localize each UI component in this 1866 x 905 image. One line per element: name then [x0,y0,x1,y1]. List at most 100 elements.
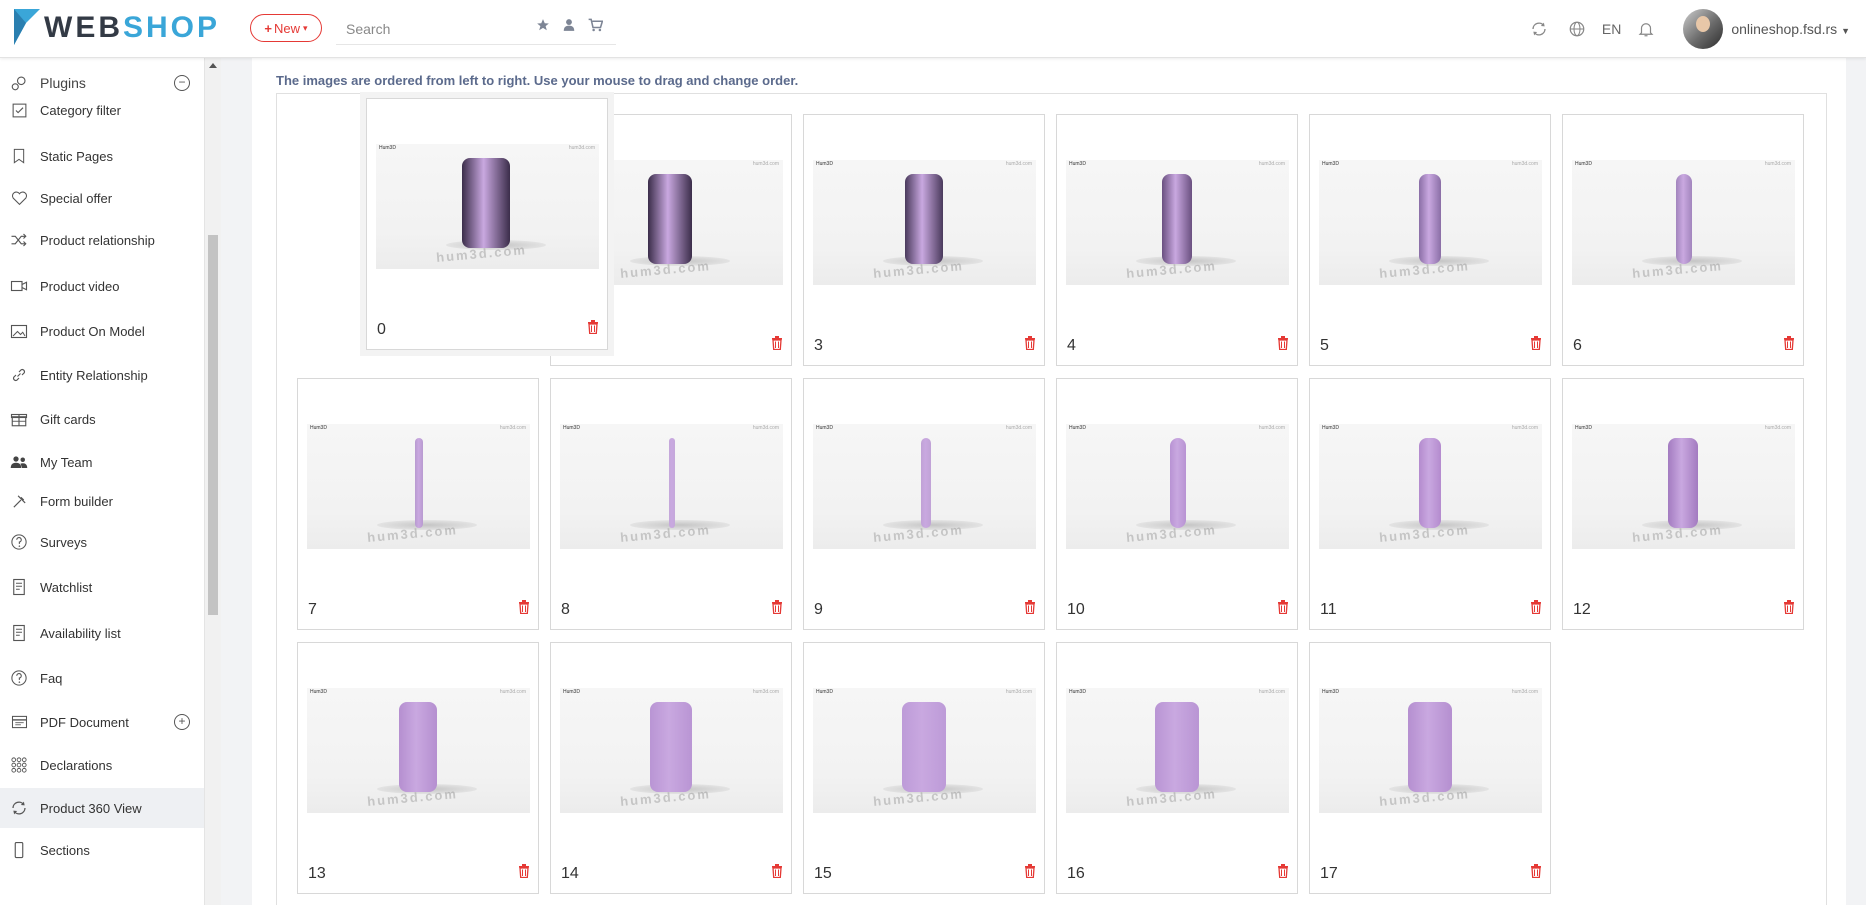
search-input[interactable] [344,18,528,40]
user-icon[interactable] [562,18,576,32]
logo-web-text: WEB [44,11,123,44]
sidebar-item-faq[interactable]: Faq [0,658,204,698]
sidebar-item-product-on-model[interactable]: Product On Model [0,311,204,351]
sidebar-item-label: Category filter [40,102,121,118]
trash-icon[interactable] [1024,600,1036,615]
trash-icon[interactable] [1024,336,1036,351]
watermark-brand: Hum3D [1575,425,1592,431]
image-card[interactable]: Hum3D hum3d.com hum3d.com 16 [1056,642,1298,894]
refresh-icon[interactable] [1520,10,1558,48]
image-order-number: 5 [1320,337,1329,354]
image-order-number: 15 [814,865,832,882]
sidebar-item-gift-cards[interactable]: Gift cards [0,399,204,439]
watermark-site: hum3d.com [1258,689,1285,695]
trash-icon[interactable] [1530,864,1542,879]
sidebar-item-product-video[interactable]: Product video [0,266,204,306]
trash-icon[interactable] [518,600,530,615]
language-selector[interactable]: EN [1602,21,1621,37]
sidebar-item-special-offer[interactable]: Special offer [0,178,204,218]
image-card[interactable]: Hum3D hum3d.com hum3d.com 5 [1309,114,1551,366]
image-card[interactable]: Hum3D hum3d.com hum3d.com 6 [1562,114,1804,366]
trash-icon[interactable] [771,864,783,879]
document-icon [8,578,30,596]
trash-icon[interactable] [587,320,599,335]
globe-icon[interactable] [1558,10,1596,48]
new-button[interactable]: + New ▾ [250,14,322,42]
sidebar-item-my-team[interactable]: My Team [0,442,204,482]
star-icon[interactable] [536,18,550,32]
image-order-number: 4 [1067,337,1076,354]
users-icon [8,453,30,471]
sidebar-item-label: Entity Relationship [40,367,148,383]
sidebar-item-product-relationship[interactable]: Product relationship [0,220,204,260]
sidebar-item-product-360-view[interactable]: Product 360 View [0,788,204,828]
image-card[interactable]: Hum3D hum3d.com hum3d.com 7 [297,378,539,630]
gift-icon [8,410,30,428]
collapse-icon[interactable]: − [174,75,190,91]
scroll-up-arrow-icon[interactable] [209,63,217,68]
sidebar-scrollbar[interactable] [204,57,221,905]
grid-icon [8,756,30,774]
trash-icon[interactable] [1783,600,1795,615]
trash-icon[interactable] [771,600,783,615]
search-box [336,14,616,45]
sidebar-item-availability-list[interactable]: Availability list [0,613,204,653]
product-360-frame-image: Hum3Dhum3d.comhum3d.com [1319,688,1542,813]
image-card[interactable]: Hum3D hum3d.com hum3d.com 8 [550,378,792,630]
sidebar-item-static-pages[interactable]: Static Pages [0,136,204,176]
sidebar-item-label: Sections [40,842,90,858]
image-card[interactable]: Hum3D hum3d.com hum3d.com 4 [1056,114,1298,366]
sidebar-item-pdf-document[interactable]: PDF Document + [0,702,204,742]
image-card[interactable]: Hum3D hum3d.com hum3d.com 12 [1562,378,1804,630]
sidebar-item-declarations[interactable]: Declarations [0,745,204,785]
watermark-site: hum3d.com [1511,689,1538,695]
trash-icon[interactable] [1277,864,1289,879]
trash-icon[interactable] [1530,336,1542,351]
image-order-number: 10 [1067,601,1085,618]
sidebar-item-sections[interactable]: Sections [0,830,204,870]
trash-icon[interactable] [1277,336,1289,351]
image-card[interactable]: Hum3D hum3d.com hum3d.com 11 [1309,378,1551,630]
sidebar-item-label: Availability list [40,625,121,641]
trash-icon[interactable] [1024,864,1036,879]
image-card[interactable]: Hum3D hum3d.com hum3d.com 9 [803,378,1045,630]
bookmark-icon [8,147,30,165]
image-order-number: 3 [814,337,823,354]
product-360-frame-image: Hum3Dhum3d.comhum3d.com [813,424,1036,549]
sidebar-item-surveys[interactable]: Surveys [0,522,204,562]
bell-icon[interactable] [1627,10,1665,48]
trash-icon[interactable] [518,864,530,879]
sidebar-item-watchlist[interactable]: Watchlist [0,567,204,607]
account-menu[interactable]: onlineshop.fsd.rs ▼ [1731,21,1850,37]
trash-icon[interactable] [771,336,783,351]
sidebar-item-entity-relationship[interactable]: Entity Relationship [0,355,204,395]
image-card[interactable]: Hum3D hum3d.com hum3d.com 14 [550,642,792,894]
trash-icon[interactable] [1783,336,1795,351]
cart-icon[interactable] [588,18,603,32]
image-card-dragging[interactable]: Hum3D hum3d.com hum3d.com 0 [366,98,608,350]
watermark-site: hum3d.com [1005,425,1032,431]
logo[interactable]: WEBSHOP [12,8,220,48]
watermark-site: hum3d.com [752,689,779,695]
watermark-brand: Hum3D [1322,161,1339,167]
phone-render [1419,438,1441,528]
watermark-brand: Hum3D [563,425,580,431]
sidebar-item-form-builder[interactable]: Form builder [0,481,204,521]
instruction-text: The images are ordered from left to righ… [276,73,799,88]
scrollbar-thumb[interactable] [208,235,218,615]
trash-icon[interactable] [1530,600,1542,615]
phone-render [650,702,692,792]
image-icon [8,322,30,340]
image-card[interactable]: Hum3D hum3d.com hum3d.com 13 [297,642,539,894]
document-icon [8,624,30,642]
expand-icon[interactable]: + [174,714,190,730]
image-card[interactable]: Hum3D hum3d.com hum3d.com 3 [803,114,1045,366]
watermark-brand: Hum3D [816,161,833,167]
image-card[interactable]: Hum3D hum3d.com hum3d.com 15 [803,642,1045,894]
phone-render [1170,438,1186,528]
image-card[interactable]: Hum3D hum3d.com hum3d.com 17 [1309,642,1551,894]
sidebar-item-category-filter[interactable]: Category filter [0,90,204,130]
trash-icon[interactable] [1277,600,1289,615]
avatar[interactable] [1683,8,1724,49]
image-card[interactable]: Hum3D hum3d.com hum3d.com 10 [1056,378,1298,630]
